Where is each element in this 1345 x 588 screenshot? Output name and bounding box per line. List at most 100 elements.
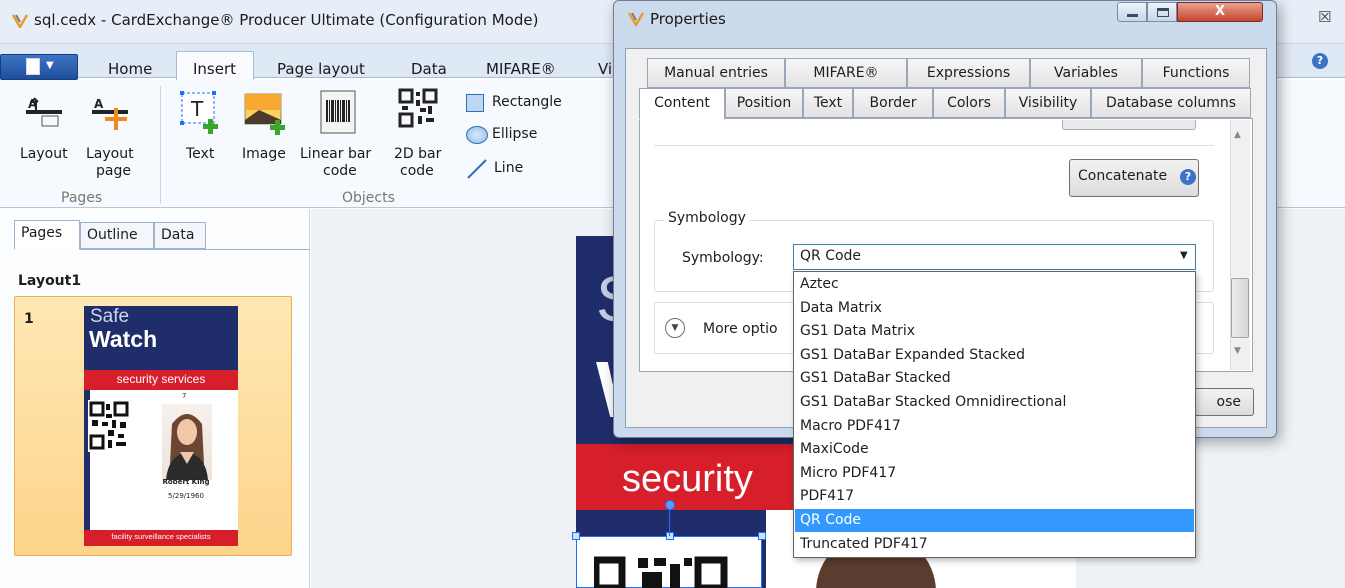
minimize-button[interactable] xyxy=(1117,2,1147,22)
rectangle-button-label[interactable]: Rectangle xyxy=(492,94,562,111)
panel-tab-data[interactable]: Data xyxy=(154,222,206,249)
tab-data[interactable]: Data xyxy=(411,60,447,78)
ellipse-icon[interactable] xyxy=(466,126,488,144)
symbology-option[interactable]: MaxiCode xyxy=(795,438,1194,461)
help-icon[interactable]: ? xyxy=(1312,53,1328,69)
symbology-option[interactable]: GS1 Data Matrix xyxy=(795,320,1194,343)
card-number: 7 xyxy=(182,392,187,400)
card-thumbnail[interactable]: Safe Watch security services 7 Robert Ki… xyxy=(84,306,238,546)
page-number: 1 xyxy=(24,311,34,327)
partial-button-above[interactable] xyxy=(1062,120,1196,130)
image-tool-icon[interactable] xyxy=(243,92,289,136)
divider xyxy=(654,145,1214,146)
qr-code-icon xyxy=(88,400,130,452)
expand-chevron-icon[interactable]: ▼ xyxy=(665,318,685,338)
more-options-label[interactable]: More optio xyxy=(703,321,778,337)
tab-insert[interactable]: Insert xyxy=(193,60,236,78)
linear-barcode-label-2[interactable]: code xyxy=(323,163,357,180)
tab-text[interactable]: Text xyxy=(803,88,853,118)
objects-group-label: Objects xyxy=(342,190,395,206)
2d-barcode-icon[interactable] xyxy=(398,88,438,128)
tab-variables[interactable]: Variables xyxy=(1030,58,1142,88)
layout-page-button-label-2[interactable]: page xyxy=(96,163,131,180)
layout-button-label[interactable]: Layout xyxy=(20,146,68,163)
tab-mifare[interactable]: MIFARE® xyxy=(486,60,556,78)
line-icon[interactable] xyxy=(466,158,488,180)
symbology-option[interactable]: Aztec xyxy=(795,273,1194,296)
linear-barcode-label-1[interactable]: Linear bar xyxy=(300,146,371,163)
close-icon[interactable]: X xyxy=(1177,2,1263,22)
ellipse-button-label[interactable]: Ellipse xyxy=(492,126,537,143)
text-tool-icon[interactable]: T xyxy=(178,89,222,135)
scroll-down-icon[interactable]: ▼ xyxy=(1234,346,1241,356)
tab-home[interactable]: Home xyxy=(108,60,152,78)
scrollbar-thumb[interactable] xyxy=(1231,278,1249,338)
linear-barcode-icon[interactable] xyxy=(320,90,356,134)
rectangle-icon[interactable] xyxy=(466,94,484,112)
symbology-option[interactable]: Truncated PDF417 xyxy=(795,533,1194,556)
symbology-option[interactable]: GS1 DataBar Expanded Stacked xyxy=(795,344,1194,367)
tab-border[interactable]: Border xyxy=(853,88,933,118)
resize-handle-n[interactable] xyxy=(666,532,674,540)
tab-functions[interactable]: Functions xyxy=(1142,58,1250,88)
tab-database-columns[interactable]: Database columns xyxy=(1091,88,1251,118)
symbology-option[interactable]: GS1 DataBar Stacked xyxy=(795,367,1194,390)
symbology-option[interactable]: QR Code xyxy=(795,509,1194,533)
symbology-select[interactable]: QR Code xyxy=(793,244,1196,270)
symbology-option[interactable]: Macro PDF417 xyxy=(795,415,1194,438)
symbology-option[interactable]: Data Matrix xyxy=(795,297,1194,320)
2d-barcode-label-1[interactable]: 2D bar xyxy=(394,146,441,163)
chevron-down-icon: ▼ xyxy=(46,60,54,71)
card-holder-birthdate: 5/29/1960 xyxy=(168,492,204,500)
canvas-card-band-text: security xyxy=(622,458,753,500)
window-title: sql.cedx - CardExchange® Producer Ultima… xyxy=(34,11,539,29)
group-separator xyxy=(160,86,161,204)
layout-page-button-label-1[interactable]: Layout xyxy=(86,146,134,163)
rotation-stem xyxy=(669,508,670,536)
resize-handle-ne[interactable] xyxy=(758,532,766,540)
symbology-label: Symbology: xyxy=(682,250,764,266)
tab-visibility[interactable]: Visibility xyxy=(1005,88,1091,118)
image-button-label[interactable]: Image xyxy=(242,146,286,163)
symbology-dropdown-list[interactable]: Aztec Data Matrix GS1 Data Matrix GS1 DataB… xyxy=(793,271,1196,558)
svg-text:A: A xyxy=(94,97,104,111)
qr-code-icon xyxy=(594,556,728,588)
symbology-group-title: Symbology xyxy=(664,210,750,226)
chevron-down-icon[interactable]: ▼ xyxy=(1180,250,1188,261)
dialog-title: Properties xyxy=(650,10,726,28)
svg-text:A: A xyxy=(28,97,38,111)
tab-mifare[interactable]: MIFARE® xyxy=(785,58,907,88)
2d-barcode-label-2[interactable]: code xyxy=(400,163,434,180)
tab-manual-entries[interactable]: Manual entries xyxy=(647,58,785,88)
symbology-option[interactable]: GS1 DataBar Stacked Omnidirectional xyxy=(795,391,1194,414)
layout-name-heading: Layout1 xyxy=(18,273,82,289)
card-watch-text: Watch xyxy=(89,326,158,352)
text-button-label[interactable]: Text xyxy=(186,146,214,163)
tab-expressions[interactable]: Expressions xyxy=(907,58,1030,88)
symbology-option[interactable]: Micro PDF417 xyxy=(795,462,1194,485)
tab-position[interactable]: Position xyxy=(725,88,803,118)
layout-page-icon[interactable]: A xyxy=(90,94,130,134)
panel-tab-outline[interactable]: Outline xyxy=(80,222,154,249)
tab-colors[interactable]: Colors xyxy=(933,88,1005,118)
tab-content[interactable]: Content xyxy=(639,88,725,120)
tab-view-partial[interactable]: Vi xyxy=(598,60,612,78)
pages-group-label: Pages xyxy=(61,190,103,206)
card-footer-text: facility surveillance specialists xyxy=(111,532,211,541)
main-close-icon[interactable]: ☒ xyxy=(1318,8,1331,26)
tab-page-layout[interactable]: Page layout xyxy=(277,60,365,78)
id-photo xyxy=(162,404,212,480)
scroll-up-icon[interactable]: ▲ xyxy=(1234,130,1241,140)
symbology-option[interactable]: PDF417 xyxy=(795,485,1194,508)
rotation-handle[interactable] xyxy=(665,500,675,510)
app-icon xyxy=(628,12,644,26)
maximize-button[interactable] xyxy=(1147,2,1177,22)
line-button-label[interactable]: Line xyxy=(494,160,523,177)
card-safe-text: Safe xyxy=(90,306,130,327)
svg-text:T: T xyxy=(190,97,204,121)
help-icon[interactable]: ? xyxy=(1180,169,1196,185)
panel-tab-pages[interactable]: Pages xyxy=(14,220,80,250)
card-holder-name: Robert King xyxy=(162,478,210,486)
resize-handle-nw[interactable] xyxy=(572,532,580,540)
layout-icon[interactable]: A xyxy=(24,94,64,134)
